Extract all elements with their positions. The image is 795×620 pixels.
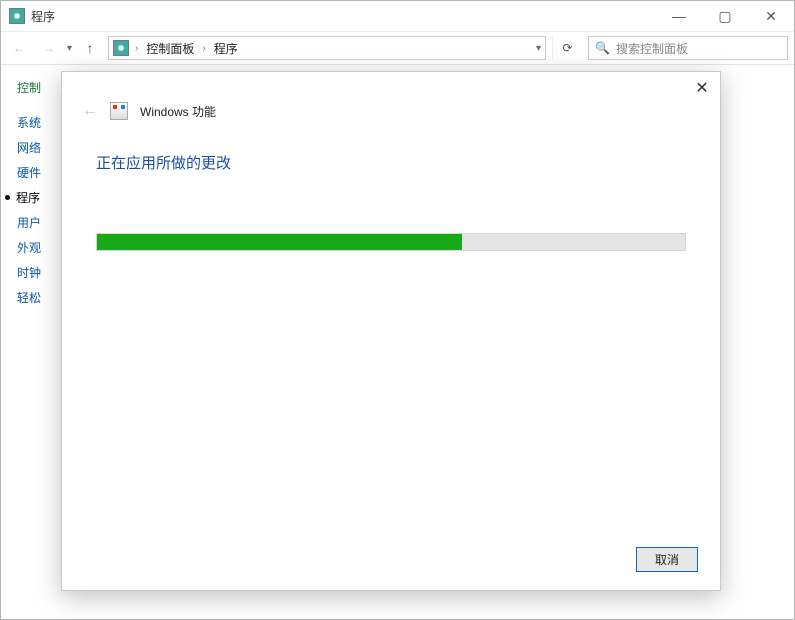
sidebar-item-label: 用户 <box>17 214 41 231</box>
breadcrumb-root[interactable]: 控制面板 <box>144 40 196 57</box>
sidebar-item-label: 程序 <box>16 189 40 206</box>
search-icon: 🔍 <box>595 41 610 55</box>
sidebar-item-label: 时钟 <box>17 264 41 281</box>
address-icon <box>113 40 129 56</box>
dialog-footer: 取消 <box>636 547 698 572</box>
progress-bar <box>96 233 686 251</box>
dialog-back-icon: ← <box>82 102 98 120</box>
nav-up-button[interactable]: ↑ <box>78 36 102 60</box>
windows-features-dialog: ✕ ← Windows 功能 正在应用所做的更改 取消 <box>61 71 721 591</box>
nav-history-dropdown[interactable]: ▾ <box>67 43 72 54</box>
nav-toolbar: ← → ▾ ↑ › 控制面板 › 程序 ▾ ⟳ 🔍 搜索控制面板 <box>1 31 794 65</box>
search-placeholder: 搜索控制面板 <box>616 40 688 57</box>
active-bullet-icon <box>5 195 10 200</box>
breadcrumb-sep-icon[interactable]: › <box>133 43 140 54</box>
cancel-button[interactable]: 取消 <box>636 547 698 572</box>
maximize-button[interactable]: ▢ <box>702 1 748 31</box>
address-dropdown-icon[interactable]: ▾ <box>536 43 541 54</box>
search-box[interactable]: 🔍 搜索控制面板 <box>588 36 788 60</box>
window-title: 程序 <box>31 8 55 25</box>
dialog-close-button[interactable]: ✕ <box>692 78 712 98</box>
sidebar-item-label: 系统 <box>17 114 41 131</box>
dialog-heading: 正在应用所做的更改 <box>62 128 720 183</box>
sidebar-item-label: 外观 <box>17 239 41 256</box>
sidebar-item-label: 网络 <box>17 139 41 156</box>
refresh-button[interactable]: ⟳ <box>552 36 582 60</box>
address-bar[interactable]: › 控制面板 › 程序 ▾ <box>108 36 546 60</box>
titlebar: 程序 — ▢ ✕ <box>1 1 794 31</box>
dialog-header: ← Windows 功能 <box>62 72 720 128</box>
progress-fill <box>97 234 462 250</box>
minimize-button[interactable]: — <box>656 1 702 31</box>
nav-forward-button[interactable]: → <box>37 36 61 60</box>
breadcrumb-sep-icon[interactable]: › <box>200 43 207 54</box>
control-panel-window: 程序 — ▢ ✕ ← → ▾ ↑ › 控制面板 › 程序 ▾ ⟳ 🔍 搜索控制面… <box>0 0 795 620</box>
control-panel-icon <box>9 8 25 24</box>
nav-back-button[interactable]: ← <box>7 36 31 60</box>
window-controls: — ▢ ✕ <box>656 1 794 31</box>
windows-features-icon <box>110 102 128 120</box>
dialog-title: Windows 功能 <box>140 103 216 120</box>
breadcrumb-current[interactable]: 程序 <box>212 40 240 57</box>
sidebar-item-label: 硬件 <box>17 164 41 181</box>
sidebar-item-label: 轻松 <box>17 289 41 306</box>
close-button[interactable]: ✕ <box>748 1 794 31</box>
